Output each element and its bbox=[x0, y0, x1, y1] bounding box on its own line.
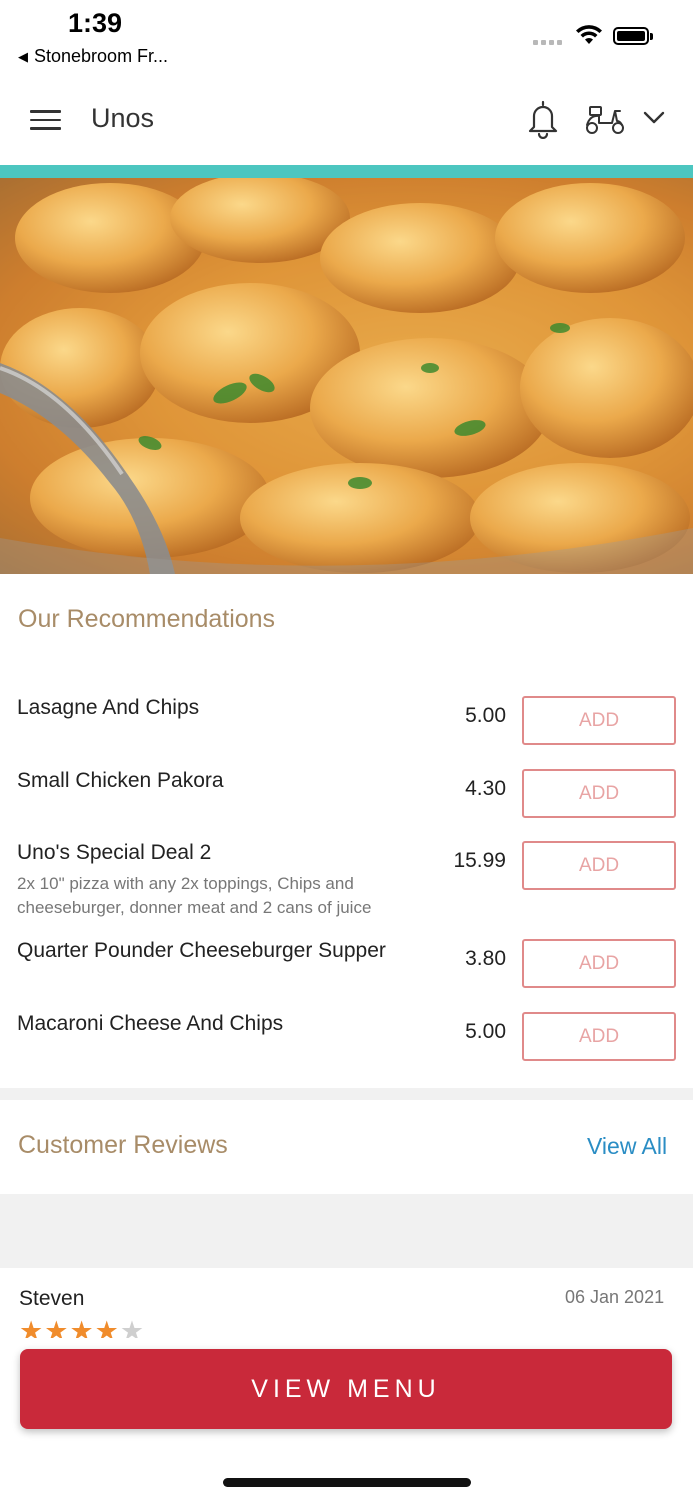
status-bar: 1:39 ◀ Stonebroom Fr... bbox=[0, 0, 693, 70]
reviews-title: Customer Reviews bbox=[18, 1131, 228, 1159]
section-divider bbox=[0, 1088, 693, 1100]
item-price: 15.99 bbox=[453, 849, 506, 872]
item-name: Uno's Special Deal 2 bbox=[17, 841, 212, 864]
item-name: Quarter Pounder Cheeseburger Supper bbox=[17, 939, 386, 962]
item-price: 5.00 bbox=[465, 1020, 506, 1043]
hero-food-image bbox=[0, 178, 693, 574]
star-filled-icon: ★ bbox=[69, 1318, 95, 1338]
item-price: 3.80 bbox=[465, 947, 506, 970]
view-all-link[interactable]: View All bbox=[587, 1133, 667, 1160]
wifi-icon bbox=[576, 25, 602, 44]
reviews-spacer bbox=[0, 1194, 693, 1268]
add-button[interactable]: ADD bbox=[522, 1012, 676, 1061]
menu-icon[interactable] bbox=[30, 110, 61, 130]
star-filled-icon: ★ bbox=[94, 1318, 120, 1338]
add-button[interactable]: ADD bbox=[522, 841, 676, 890]
back-triangle-icon: ◀ bbox=[18, 49, 28, 64]
item-description: 2x 10" pizza with any 2x toppings, Chips… bbox=[17, 874, 372, 917]
view-menu-button[interactable]: VIEW MENU bbox=[20, 1349, 672, 1429]
star-empty-icon: ★ bbox=[119, 1318, 146, 1338]
back-to-app-link[interactable]: ◀ Stonebroom Fr... bbox=[18, 46, 168, 67]
reviewer-name: Steven bbox=[19, 1287, 85, 1310]
chevron-down-icon[interactable] bbox=[643, 111, 665, 125]
cellular-signal-icon bbox=[533, 40, 562, 45]
header-accent-bar bbox=[0, 165, 693, 178]
review-date: 06 Jan 2021 bbox=[565, 1287, 665, 1307]
status-time: 1:39 bbox=[68, 8, 123, 38]
add-button[interactable]: ADD bbox=[522, 939, 676, 988]
item-name: Macaroni Cheese And Chips bbox=[17, 1012, 284, 1035]
recommendations-title: Our Recommendations bbox=[18, 605, 276, 633]
item-price: 4.30 bbox=[465, 777, 506, 800]
item-name: Small Chicken Pakora bbox=[17, 769, 224, 792]
home-indicator[interactable] bbox=[223, 1478, 471, 1487]
add-button[interactable]: ADD bbox=[522, 696, 676, 745]
item-price: 5.00 bbox=[465, 704, 506, 727]
restaurant-title: Unos bbox=[91, 103, 155, 133]
item-name: Lasagne And Chips bbox=[17, 696, 200, 719]
star-filled-icon: ★ bbox=[19, 1318, 45, 1338]
bell-icon[interactable] bbox=[526, 99, 560, 139]
star-filled-icon: ★ bbox=[44, 1318, 70, 1338]
add-button[interactable]: ADD bbox=[522, 769, 676, 818]
scooter-icon[interactable] bbox=[584, 103, 626, 137]
back-app-label: Stonebroom Fr... bbox=[34, 46, 169, 66]
rating-stars: ★★★★★ bbox=[19, 1318, 145, 1338]
battery-icon bbox=[613, 27, 653, 45]
app-header: Unos bbox=[0, 73, 693, 165]
